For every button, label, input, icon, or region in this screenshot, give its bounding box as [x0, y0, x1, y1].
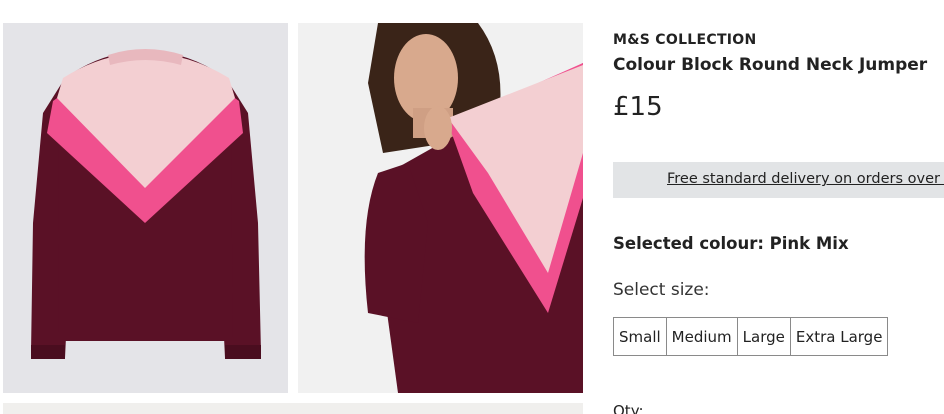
product-image-model[interactable] [298, 23, 583, 393]
size-option-medium[interactable]: Medium [666, 318, 738, 355]
selected-colour-label: Selected colour: Pink Mix [613, 234, 849, 253]
product-price: £15 [613, 92, 663, 122]
size-option-small[interactable]: Small [614, 318, 667, 355]
product-image-thumbnail-partial[interactable] [3, 403, 583, 414]
delivery-link[interactable]: Free standard delivery on orders over £5… [667, 171, 944, 187]
product-brand: M&S COLLECTION [613, 32, 757, 48]
size-option-large[interactable]: Large [737, 318, 791, 355]
select-size-label: Select size: [613, 280, 710, 300]
size-selector: Small Medium Large Extra Large [613, 317, 889, 356]
product-title: Colour Block Round Neck Jumper [613, 55, 928, 75]
delivery-banner: Free standard delivery on orders over £5… [613, 162, 944, 198]
size-option-extra-large[interactable]: Extra Large [790, 318, 888, 355]
quantity-label: Qty: [613, 402, 644, 414]
product-image-flatlay[interactable] [3, 23, 288, 393]
